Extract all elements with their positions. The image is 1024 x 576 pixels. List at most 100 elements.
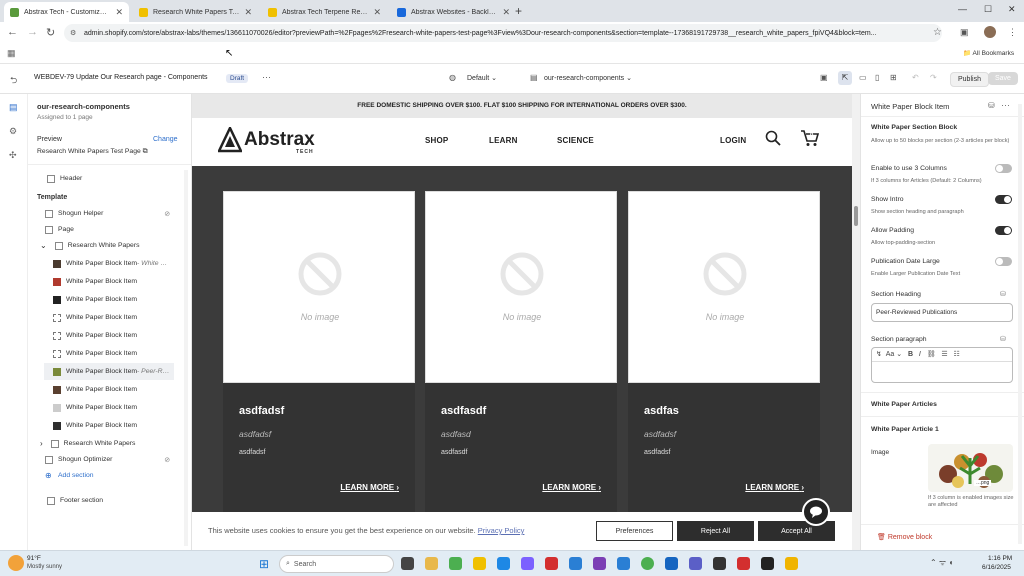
mobile-icon[interactable]: ▯: [875, 73, 879, 82]
vscode-icon[interactable]: [617, 557, 630, 570]
browser-tab[interactable]: Abstrax Websites - Backlog - Ji… ✕: [391, 2, 516, 22]
apps-icon[interactable]: ▦: [7, 48, 16, 59]
bookmark-star-icon[interactable]: ☆: [933, 27, 942, 38]
tree-footer[interactable]: Footer section: [28, 492, 191, 509]
nav-shop[interactable]: SHOP: [425, 136, 448, 145]
fullscreen-icon[interactable]: ⊞: [890, 73, 897, 82]
site-logo[interactable]: Abstrax TECH: [218, 127, 315, 155]
tree-item[interactable]: White Paper Block Item - Peer-R…: [44, 363, 174, 380]
tree-item[interactable]: White Paper Block Item: [28, 381, 191, 398]
chat-bubble-icon[interactable]: [802, 498, 830, 526]
dynamic-source-icon[interactable]: ⛁: [1000, 290, 1006, 298]
privacy-policy-link[interactable]: Privacy Policy: [478, 526, 525, 535]
learn-more-link[interactable]: LEARN MORE ›: [542, 483, 601, 492]
text-style-icon[interactable]: Aa ⌄: [886, 351, 902, 358]
add-section-button[interactable]: ⊕ Add section: [28, 467, 191, 484]
all-bookmarks[interactable]: 📁 All Bookmarks: [963, 49, 1014, 57]
file-explorer-icon[interactable]: [425, 557, 438, 570]
accept-all-button[interactable]: Accept All: [758, 521, 835, 541]
opera-icon[interactable]: [737, 557, 750, 570]
site-info-icon[interactable]: ⚙: [70, 29, 76, 37]
tree-item[interactable]: › Research White Papers: [28, 435, 191, 452]
tree-item[interactable]: Page: [28, 221, 191, 238]
nav-learn[interactable]: LEARN: [489, 136, 518, 145]
link-icon[interactable]: ⛓: [927, 351, 936, 358]
photos-icon[interactable]: [569, 557, 582, 570]
desktop-icon[interactable]: ▭: [859, 73, 867, 82]
more-options-icon[interactable]: ···: [1001, 100, 1010, 110]
publish-button[interactable]: Publish: [950, 72, 989, 87]
chrome-icon[interactable]: [449, 557, 462, 570]
chrome-alt-icon[interactable]: [641, 557, 654, 570]
remove-block-button[interactable]: 🗑 Remove block: [877, 533, 932, 541]
extensions-icon[interactable]: ▣: [960, 27, 969, 38]
more-actions-icon[interactable]: ···: [262, 72, 271, 82]
terminal-icon[interactable]: [713, 557, 726, 570]
search-icon[interactable]: [765, 130, 781, 146]
browser-tab[interactable]: Abstrax Tech Terpene Research… ✕: [262, 2, 387, 22]
windows-start-icon[interactable]: ⊞: [259, 557, 269, 571]
enable3-toggle[interactable]: [995, 164, 1012, 173]
section-paragraph-editor[interactable]: ↯ Aa ⌄ B I ⛓ ☰ ☷: [871, 347, 1013, 383]
files-icon[interactable]: [473, 557, 486, 570]
bold-icon[interactable]: B: [908, 351, 913, 358]
edge-icon[interactable]: [497, 557, 510, 570]
settings-scrollbar[interactable]: [1018, 104, 1022, 544]
tree-item[interactable]: ⌄ Research White Papers: [28, 237, 191, 254]
forward-icon[interactable]: →: [27, 26, 38, 38]
white-paper-card[interactable]: No image asdfasdf asdfasd asdfasdf LEARN MOR…: [425, 191, 617, 521]
sections-icon[interactable]: ▤: [9, 102, 18, 113]
browser-tab[interactable]: Research White Papers Test Pag… ✕: [133, 2, 258, 22]
close-window-icon[interactable]: ✕: [1008, 4, 1016, 15]
tab-close-icon[interactable]: ✕: [115, 7, 123, 18]
minimize-icon[interactable]: —: [958, 4, 967, 14]
learn-more-link[interactable]: LEARN MORE ›: [340, 483, 399, 492]
template-select[interactable]: our-research-components ⌄: [544, 74, 632, 82]
device-select[interactable]: Default ⌄: [467, 74, 497, 82]
tree-item[interactable]: White Paper Block Item: [28, 417, 191, 434]
tree-item[interactable]: White Paper Block Item: [28, 345, 191, 362]
profile-avatar[interactable]: [984, 26, 996, 38]
learn-more-link[interactable]: LEARN MORE ›: [745, 483, 804, 492]
white-paper-card[interactable]: No image asdfadsf asdfadsf asdfadsf LEARN MO…: [223, 191, 415, 521]
task-view-icon[interactable]: [401, 557, 414, 570]
tree-item[interactable]: White Paper Block Item - White …: [28, 255, 191, 272]
tree-item[interactable]: White Paper Block Item: [28, 273, 191, 290]
nav-science[interactable]: SCIENCE: [557, 136, 594, 145]
allow-padding-toggle[interactable]: [995, 226, 1012, 235]
menu-icon[interactable]: ⋮: [1008, 27, 1017, 38]
tree-item[interactable]: White Paper Block Item: [28, 327, 191, 344]
system-tray-icons[interactable]: ⌃ ᯤ ◖: [930, 557, 953, 568]
exit-icon[interactable]: ⮌: [10, 73, 17, 89]
tab-close-icon[interactable]: ✕: [373, 7, 381, 18]
weather-icon[interactable]: [8, 555, 24, 571]
tree-item[interactable]: White Paper Block Item: [28, 309, 191, 326]
bullet-list-icon[interactable]: ☰: [941, 351, 947, 358]
numbered-list-icon[interactable]: ☷: [954, 351, 960, 358]
reject-all-button[interactable]: Reject All: [677, 521, 754, 541]
apps-blocks-icon[interactable]: ✣: [9, 150, 17, 161]
back-icon[interactable]: ←: [7, 26, 18, 38]
tab-close-icon[interactable]: ✕: [244, 7, 252, 18]
scroll-thumb[interactable]: [854, 206, 858, 226]
taskbar-search[interactable]: ⌕ Search: [279, 555, 394, 573]
dynamic-source-icon[interactable]: ⛁: [1000, 335, 1006, 343]
tree-item[interactable]: White Paper Block Item: [28, 291, 191, 308]
preview-page-link[interactable]: Research White Papers Test Page ⧉: [37, 148, 148, 156]
preferences-button[interactable]: Preferences: [596, 521, 673, 541]
outlook-icon[interactable]: [665, 557, 678, 570]
inspector-icon[interactable]: ▣: [820, 73, 828, 82]
chrome-dev-icon[interactable]: [785, 557, 798, 570]
chevron-down-icon[interactable]: ⌄: [40, 241, 47, 250]
tab-close-icon[interactable]: ✕: [502, 7, 510, 18]
notepad-icon[interactable]: [761, 557, 774, 570]
hidden-eye-icon[interactable]: ⊘: [164, 456, 170, 464]
tree-item[interactable]: Shogun Optimizer ⊘: [28, 451, 191, 468]
white-paper-card[interactable]: No image asdfas asdfadsf asdfadsf LEARN MORE…: [628, 191, 820, 521]
section-heading-input[interactable]: Peer-Reviewed Publications: [871, 303, 1013, 322]
tree-header[interactable]: Header: [28, 170, 191, 187]
hidden-eye-icon[interactable]: ⊘: [164, 210, 170, 218]
reload-icon[interactable]: ↻: [46, 26, 55, 39]
new-tab-button[interactable]: +: [515, 4, 522, 18]
format-icon[interactable]: ↯: [876, 351, 882, 358]
